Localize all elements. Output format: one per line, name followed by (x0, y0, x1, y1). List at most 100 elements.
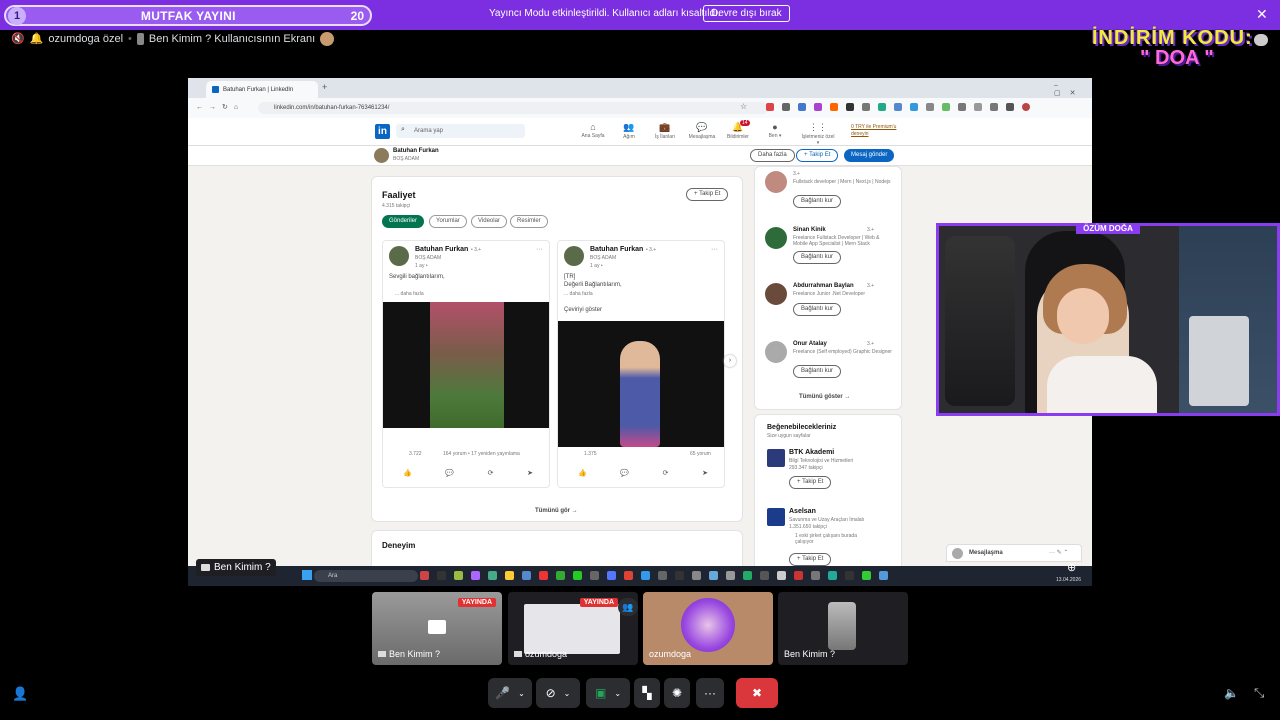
url-input[interactable]: linkedin.com/in/batuhan-furkan-763461234… (258, 102, 768, 114)
connect-button[interactable]: Bağlantı kur (793, 195, 842, 208)
nav-item[interactable]: 🔔 Bildirimler 14 (720, 120, 756, 140)
window-controls[interactable]: –▢✕ (1054, 82, 1092, 97)
taskbar-app-icon[interactable] (420, 571, 429, 580)
fullscreen-exit-icon[interactable]: ⤡ (1254, 685, 1264, 701)
taskbar-app-icon[interactable] (556, 571, 565, 580)
participant-tile[interactable]: Ben Kimim ? (778, 592, 908, 665)
taskbar-app-icon[interactable] (505, 571, 514, 580)
nav-item[interactable]: ⌂ Ana Sayfa (575, 122, 611, 139)
taskbar-app-icon[interactable] (794, 571, 803, 580)
send-icon[interactable]: ➤ (702, 469, 708, 477)
participant-tile[interactable]: YAYINDA Ben Kimim ? (372, 592, 502, 665)
premium-link[interactable]: 0 TRY ile Premium'u deneyin (851, 124, 905, 138)
person-suggestion[interactable]: Onur Atalay 3.+ Freelance (Self employed) … (763, 339, 897, 391)
post-card[interactable]: Batuhan Furkan • 3.+ BOŞ ADAM 1 ay • ···… (557, 240, 725, 488)
taskbar-app-icon[interactable] (692, 571, 701, 580)
more-button[interactable]: Daha fazla (750, 149, 795, 162)
taskbar-app-icon[interactable] (828, 571, 837, 580)
post-video-thumbnail[interactable] (558, 321, 724, 447)
translate-link[interactable]: Çeviriyi göster (564, 307, 602, 313)
browser-tab[interactable]: Batuhan Furkan | LinkedIn (206, 81, 318, 98)
taskbar-app-icon[interactable] (522, 571, 531, 580)
post-reactions[interactable]: 3.722 (409, 451, 422, 457)
nav-item[interactable]: ⋮⋮ İşletmeniz özel ▾ (800, 122, 836, 146)
filter-posts[interactable]: Gönderiler (382, 215, 425, 228)
taskbar-app-icon[interactable] (811, 571, 820, 580)
taskbar-app-icon[interactable] (777, 571, 786, 580)
post-video-thumbnail[interactable] (383, 302, 549, 428)
disable-streamer-mode-button[interactable]: Devre dışı bırak (703, 5, 790, 22)
nav-item[interactable]: ● Ben ▾ (757, 122, 793, 139)
nav-arrows-icon[interactable]: ←→↻⌂ (196, 103, 244, 111)
windows-start-icon[interactable] (302, 570, 312, 580)
company-follow-button[interactable]: + Takip Et (789, 553, 832, 566)
chat-icon[interactable] (1254, 34, 1268, 46)
comment-icon[interactable]: 💬 (620, 469, 629, 477)
comment-icon[interactable]: 💬 (445, 469, 454, 477)
taskbar-app-icon[interactable] (709, 571, 718, 580)
post-stats[interactable]: 164 yorum • 17 yeniden yayınlama (443, 451, 520, 457)
close-icon[interactable]: ✕ (1256, 6, 1268, 23)
voice-channel-breadcrumb[interactable]: 🔇 🔔 ozumdoga özel (11, 32, 123, 46)
participant-tile[interactable]: YAYINDA 👥 ozumdoga (508, 592, 638, 665)
taskbar-app-icon[interactable] (471, 571, 480, 580)
send-icon[interactable]: ➤ (527, 469, 533, 477)
connect-button[interactable]: Bağlantı kur (793, 365, 842, 378)
person-name[interactable]: Onur Atalay (793, 341, 827, 347)
participant-tile[interactable]: ozumdoga (643, 592, 773, 665)
post-reactions[interactable]: 1.375 (584, 451, 597, 457)
taskbar-app-icon[interactable] (879, 571, 888, 580)
post-stats[interactable]: 65 yorum (690, 451, 711, 457)
screen-share-button[interactable]: ▣ ⌄ (586, 678, 630, 708)
taskbar-app-icon[interactable] (743, 571, 752, 580)
nav-item[interactable]: 👥 Ağım (611, 122, 647, 140)
more-options-button[interactable]: ··· (696, 678, 724, 708)
person-suggestion[interactable]: Sinan Kinik 3.+ Freelance Fullstack Develo… (763, 225, 897, 277)
post-more-link[interactable]: ... daha fazla (564, 291, 593, 297)
add-user-icon[interactable]: 👤 (12, 686, 28, 702)
nav-item[interactable]: 💼 İş İlanları (647, 122, 683, 140)
taskbar-app-icon[interactable] (573, 571, 582, 580)
person-suggestion[interactable]: Abdurrahman Baylan 3.+ Freelance Junior .N… (763, 281, 897, 333)
see-all-posts-link[interactable]: Tümünü gör → (535, 508, 578, 514)
linkedin-logo[interactable]: in (375, 124, 390, 139)
taskbar-app-icon[interactable] (760, 571, 769, 580)
like-icon[interactable]: 👍 (578, 469, 587, 477)
taskbar-app-icon[interactable] (454, 571, 463, 580)
connect-button[interactable]: Bağlantı kur (793, 251, 842, 264)
repost-icon[interactable]: ⟳ (488, 469, 494, 477)
chevron-down-icon[interactable]: ⌄ (564, 689, 571, 698)
person-name[interactable]: Sinan Kinik (793, 227, 826, 233)
leave-call-button[interactable]: ✖ (736, 678, 778, 708)
taskbar-app-icon[interactable] (539, 571, 548, 580)
bookmark-star-icon[interactable]: ☆ (740, 102, 747, 111)
taskbar-app-icon[interactable] (862, 571, 871, 580)
show-all-people-link[interactable]: Tümünü göster → (799, 394, 850, 400)
company-follow-button[interactable]: + Takip Et (789, 476, 832, 489)
taskbar-app-icon[interactable] (590, 571, 599, 580)
like-icon[interactable]: 👍 (403, 469, 412, 477)
chevron-down-icon[interactable]: ⌄ (518, 689, 525, 698)
taskbar-app-icon[interactable] (624, 571, 633, 580)
activities-button[interactable]: ▚ (634, 678, 660, 708)
taskbar-app-icon[interactable] (437, 571, 446, 580)
new-tab-icon[interactable]: + (322, 82, 327, 92)
taskbar-app-icon[interactable] (607, 571, 616, 580)
chevron-down-icon[interactable]: ⌄ (614, 689, 621, 698)
post-actions[interactable]: 👍 💬 ⟳ ➤ (578, 469, 708, 477)
repost-icon[interactable]: ⟳ (663, 469, 669, 477)
taskbar-app-icon[interactable] (641, 571, 650, 580)
zoom-icon[interactable]: ⊕ (1067, 561, 1076, 574)
activity-follow-button[interactable]: + Takip Et (686, 188, 729, 201)
camera-button[interactable]: ⊘ ⌄ (536, 678, 580, 708)
connect-button[interactable]: Bağlantı kur (793, 303, 842, 316)
taskbar-app-icon[interactable] (488, 571, 497, 580)
taskbar-search[interactable]: Ara (314, 570, 418, 582)
person-suggestion[interactable]: 3.+ Fullstack developer | Mern | Next.js … (763, 169, 897, 221)
more-options-icon[interactable]: ··· (536, 246, 543, 253)
post-card[interactable]: Batuhan Furkan • 3.+ BOŞ ADAM 1 ay • ···… (382, 240, 550, 488)
post-actions[interactable]: 👍 💬 ⟳ ➤ (403, 469, 533, 477)
profile-follow-button[interactable]: + Takip Et (796, 149, 839, 162)
soundboard-button[interactable]: ✺ (664, 678, 690, 708)
taskbar-app-icon[interactable] (675, 571, 684, 580)
